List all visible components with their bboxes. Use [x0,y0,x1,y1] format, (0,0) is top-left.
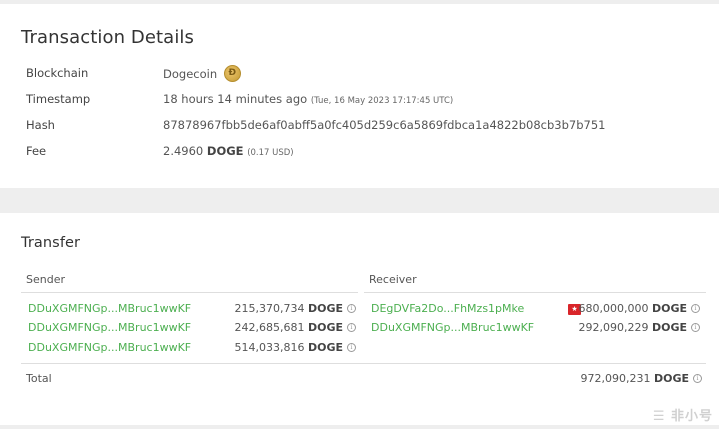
amount-unit: DOGE [651,321,687,334]
sender-header: Sender [26,273,65,286]
transaction-details-title: Transaction Details [21,27,194,48]
receiver-header: Receiver [369,273,417,286]
sender-amount: 215,370,734 DOGE i [234,302,356,315]
sender-header-divider [21,292,358,293]
amount-value: 292,090,229 [578,321,649,334]
receiver-row: DEgDVFa2Do...FhMzs1pMke ★ 680,000,000 DO… [371,302,700,318]
info-icon[interactable]: i [347,342,356,352]
receiver-header-divider [364,292,706,293]
info-icon[interactable]: i [347,303,356,313]
total-amount-value: 972,090,231 [580,372,651,385]
timestamp-relative: 18 hours 14 minutes ago [163,92,308,106]
amount-value: 680,000,000 [578,302,649,315]
info-icon[interactable]: i [347,322,356,332]
dogecoin-logo-icon: Ð [223,65,241,82]
fee-value: 2.4960 DOGE (0.17 USD) [163,144,294,158]
sender-row: DDuXGMFNGp...MBruc1wwKF 242,685,681 DOGE… [28,321,356,337]
blockchain-name: Dogecoin [163,67,218,81]
amount-unit: DOGE [651,302,687,315]
total-label: Total [26,372,52,385]
fee-usd: (0.17 USD) [247,148,294,158]
receiver-amount: 680,000,000 DOGE i [578,302,700,315]
amount-unit: DOGE [307,341,343,354]
amount-unit: DOGE [307,302,343,315]
sender-row: DDuXGMFNGp...MBruc1wwKF 514,033,816 DOGE… [28,341,356,357]
transaction-details-card: Transaction Details Blockchain Dogecoin … [0,4,719,188]
fee-unit: DOGE [206,144,244,158]
transfer-title: Transfer [21,235,81,251]
receiver-address-link[interactable]: DDuXGMFNGp...MBruc1wwKF [371,321,534,334]
info-icon[interactable]: i [691,322,700,332]
amount-value: 242,685,681 [234,321,305,334]
timestamp-value: 18 hours 14 minutes ago (Tue, 16 May 202… [163,92,453,106]
hash-label: Hash [26,118,55,132]
sender-address-link[interactable]: DDuXGMFNGp...MBruc1wwKF [28,302,191,315]
hash-link[interactable]: 87878967fbb5de6af0abff5a0fc405d259c6a586… [163,118,605,132]
blockchain-label: Blockchain [26,66,89,80]
info-icon[interactable]: i [693,373,702,383]
info-icon[interactable]: i [691,303,700,313]
transfer-card: Transfer Sender Receiver DDuXGMFNGp...MB… [0,213,719,425]
blockchain-value: Dogecoin Ð [163,65,241,83]
sender-address-link[interactable]: DDuXGMFNGp...MBruc1wwKF [28,341,191,354]
watermark: ☰ 非小号 [652,409,713,424]
timestamp-exact: (Tue, 16 May 2023 17:17:45 UTC) [310,96,454,106]
sender-amount: 242,685,681 DOGE i [234,321,356,334]
sender-address-link[interactable]: DDuXGMFNGp...MBruc1wwKF [28,321,191,334]
fee-label: Fee [26,144,47,158]
sender-row: DDuXGMFNGp...MBruc1wwKF 215,370,734 DOGE… [28,302,356,318]
total-amount-unit: DOGE [653,372,689,385]
amount-unit: DOGE [307,321,343,334]
receiver-address-link[interactable]: DEgDVFa2Do...FhMzs1pMke [371,302,524,315]
amount-value: 514,033,816 [234,341,305,354]
receiver-row: DDuXGMFNGp...MBruc1wwKF 292,090,229 DOGE… [371,321,700,337]
amount-value: 215,370,734 [234,302,305,315]
total-divider [21,363,706,364]
total-amount: 972,090,231 DOGE i [580,372,702,385]
timestamp-label: Timestamp [26,92,91,106]
fee-amount: 2.4960 [163,144,204,158]
sender-amount: 514,033,816 DOGE i [234,341,356,354]
receiver-amount: 292,090,229 DOGE i [578,321,700,334]
